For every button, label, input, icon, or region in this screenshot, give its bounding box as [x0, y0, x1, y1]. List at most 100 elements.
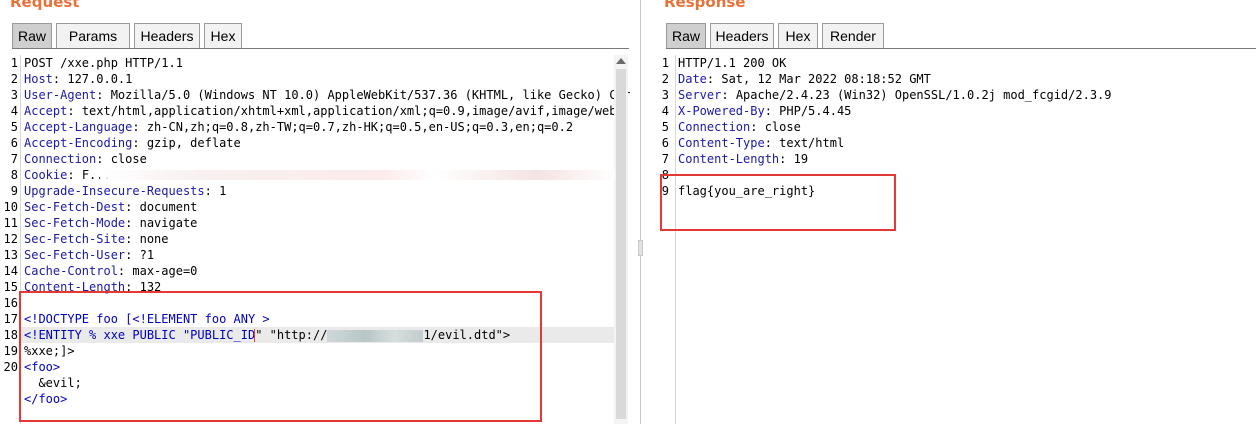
line-number: 5 [10, 120, 18, 134]
header-separator: : [67, 168, 82, 182]
line-number: 15 [3, 280, 18, 294]
line-text: POST /xxe.php HTTP/1.1 [24, 56, 183, 70]
header-value: zh-CN,zh;q=0.8,zh-TW;q=0.7,zh-HK;q=0.5,e… [146, 120, 574, 134]
scroll-up-arrow-icon[interactable] [616, 58, 626, 64]
header-name: Cookie [24, 168, 68, 182]
response-tab-headers[interactable]: Headers [710, 23, 774, 48]
line-number: 2 [10, 72, 18, 86]
header-value: document [139, 200, 198, 214]
line-number: 10 [3, 200, 18, 214]
header-value: ?1 [139, 248, 155, 262]
header-name: Content-Type [678, 136, 765, 150]
header-name: Sec-Fetch-Mode [24, 216, 126, 230]
header-separator: : [764, 104, 780, 118]
request-tab-raw[interactable]: Raw [12, 23, 52, 48]
line-number: 14 [3, 264, 18, 278]
header-line: Connection: close [678, 119, 801, 135]
text-line: POST /xxe.php HTTP/1.1 [24, 55, 183, 71]
pane-divider[interactable] [640, 0, 641, 424]
header-line: Accept-Language: zh-CN,zh;q=0.8,zh-TW;q=… [24, 119, 573, 135]
header-value: 127.0.0.1 [67, 72, 133, 86]
line-number: 7 [661, 152, 669, 166]
line-number: 19 [3, 344, 18, 358]
line-text: HTTP/1.1 200 OK [678, 56, 787, 70]
response-editor[interactable]: 1 HTTP/1.1 200 OK 2 Date: Sat, 12 Mar 2022 … [655, 55, 1256, 424]
text-line: HTTP/1.1 200 OK [678, 55, 786, 71]
header-line: Sec-Fetch-Mode: navigate [24, 215, 197, 231]
header-separator: : [721, 88, 736, 102]
header-line: Content-Length: 19 [678, 151, 808, 167]
divider-handle[interactable] [638, 240, 643, 256]
highlight-box-flag [660, 174, 896, 231]
header-name: Accept-Language [24, 120, 133, 134]
line-number: 2 [661, 72, 669, 86]
request-tab-headers[interactable]: Headers [134, 23, 200, 48]
header-name: Host [24, 72, 53, 86]
header-value: max-age=0 [132, 264, 198, 278]
header-value: 19 [793, 152, 809, 166]
header-name: Server [678, 88, 722, 102]
header-separator: : [204, 184, 220, 198]
header-value: text/html [779, 136, 845, 150]
header-value: Apache/2.4.23 (Win32) OpenSSL/1.0.2j mod… [735, 88, 1112, 102]
line-number: 4 [10, 104, 18, 118]
header-name: Sec-Fetch-Site [24, 232, 126, 246]
response-tab-hex[interactable]: Hex [778, 23, 818, 48]
header-value: none [139, 232, 169, 246]
header-value: close [110, 152, 147, 166]
response-tab-render[interactable]: Render [822, 23, 884, 48]
header-separator: : [132, 136, 147, 150]
header-line: Sec-Fetch-User: ?1 [24, 247, 154, 263]
header-name: Sec-Fetch-User [24, 248, 126, 262]
header-separator: : [125, 216, 140, 230]
header-line: Cookie: F... [24, 167, 111, 183]
request-tab-hex[interactable]: Hex [204, 23, 242, 48]
header-separator: : [125, 232, 140, 246]
request-tab-underline [12, 48, 629, 49]
header-line: Connection: close [24, 151, 147, 167]
header-separator: : [52, 72, 68, 86]
response-tabs: Raw Headers Hex Render [666, 23, 1256, 49]
header-value: text/html,application/xhtml+xml,applicat… [81, 104, 630, 118]
header-line: Sec-Fetch-Site: none [24, 231, 169, 247]
header-value: 1 [219, 184, 227, 198]
header-separator: : [132, 120, 147, 134]
request-tab-params[interactable]: Params [56, 23, 130, 48]
request-title: Request [10, 0, 80, 11]
response-tab-raw[interactable]: Raw [666, 23, 706, 48]
request-tabs: Raw Params Headers Hex [12, 23, 632, 49]
header-name: User-Agent [24, 88, 97, 102]
header-separator: : [96, 88, 111, 102]
redacted-cookie [100, 170, 615, 180]
header-separator: : [117, 264, 133, 278]
line-number: 9 [10, 184, 18, 198]
header-line: Host: 127.0.0.1 [24, 71, 132, 87]
header-value: navigate [139, 216, 198, 230]
line-number: 20 [3, 360, 18, 374]
line-number: 7 [10, 152, 18, 166]
line-number: 6 [10, 136, 18, 150]
header-value: Sat, 12 Mar 2022 08:18:52 GMT [721, 72, 931, 86]
header-separator: : [706, 72, 722, 86]
header-line: Server: Apache/2.4.23 (Win32) OpenSSL/1.… [678, 87, 1112, 103]
request-scroll-thumb[interactable] [616, 69, 626, 419]
header-value: gzip, deflate [146, 136, 241, 150]
line-number: 6 [661, 136, 669, 150]
header-name: Date [678, 72, 707, 86]
line-number: 8 [10, 168, 18, 182]
header-line: Upgrade-Insecure-Requests: 1 [24, 183, 226, 199]
header-name: Accept [24, 104, 68, 118]
header-value: Mozilla/5.0 (Windows NT 10.0) AppleWebKi… [110, 88, 630, 102]
header-name: Sec-Fetch-Dest [24, 200, 126, 214]
line-number: 4 [661, 104, 669, 118]
line-number: 11 [3, 216, 18, 230]
header-line: User-Agent: Mozilla/5.0 (Windows NT 10.0… [24, 87, 630, 103]
line-number: 16 [3, 296, 18, 310]
line-number: 5 [661, 120, 669, 134]
line-number: 12 [3, 232, 18, 246]
header-name: Connection [678, 120, 751, 134]
header-line: Date: Sat, 12 Mar 2022 08:18:52 GMT [678, 71, 931, 87]
response-title: Response [664, 0, 746, 11]
header-line: Accept-Encoding: gzip, deflate [24, 135, 241, 151]
header-name: Content-Length [678, 152, 780, 166]
